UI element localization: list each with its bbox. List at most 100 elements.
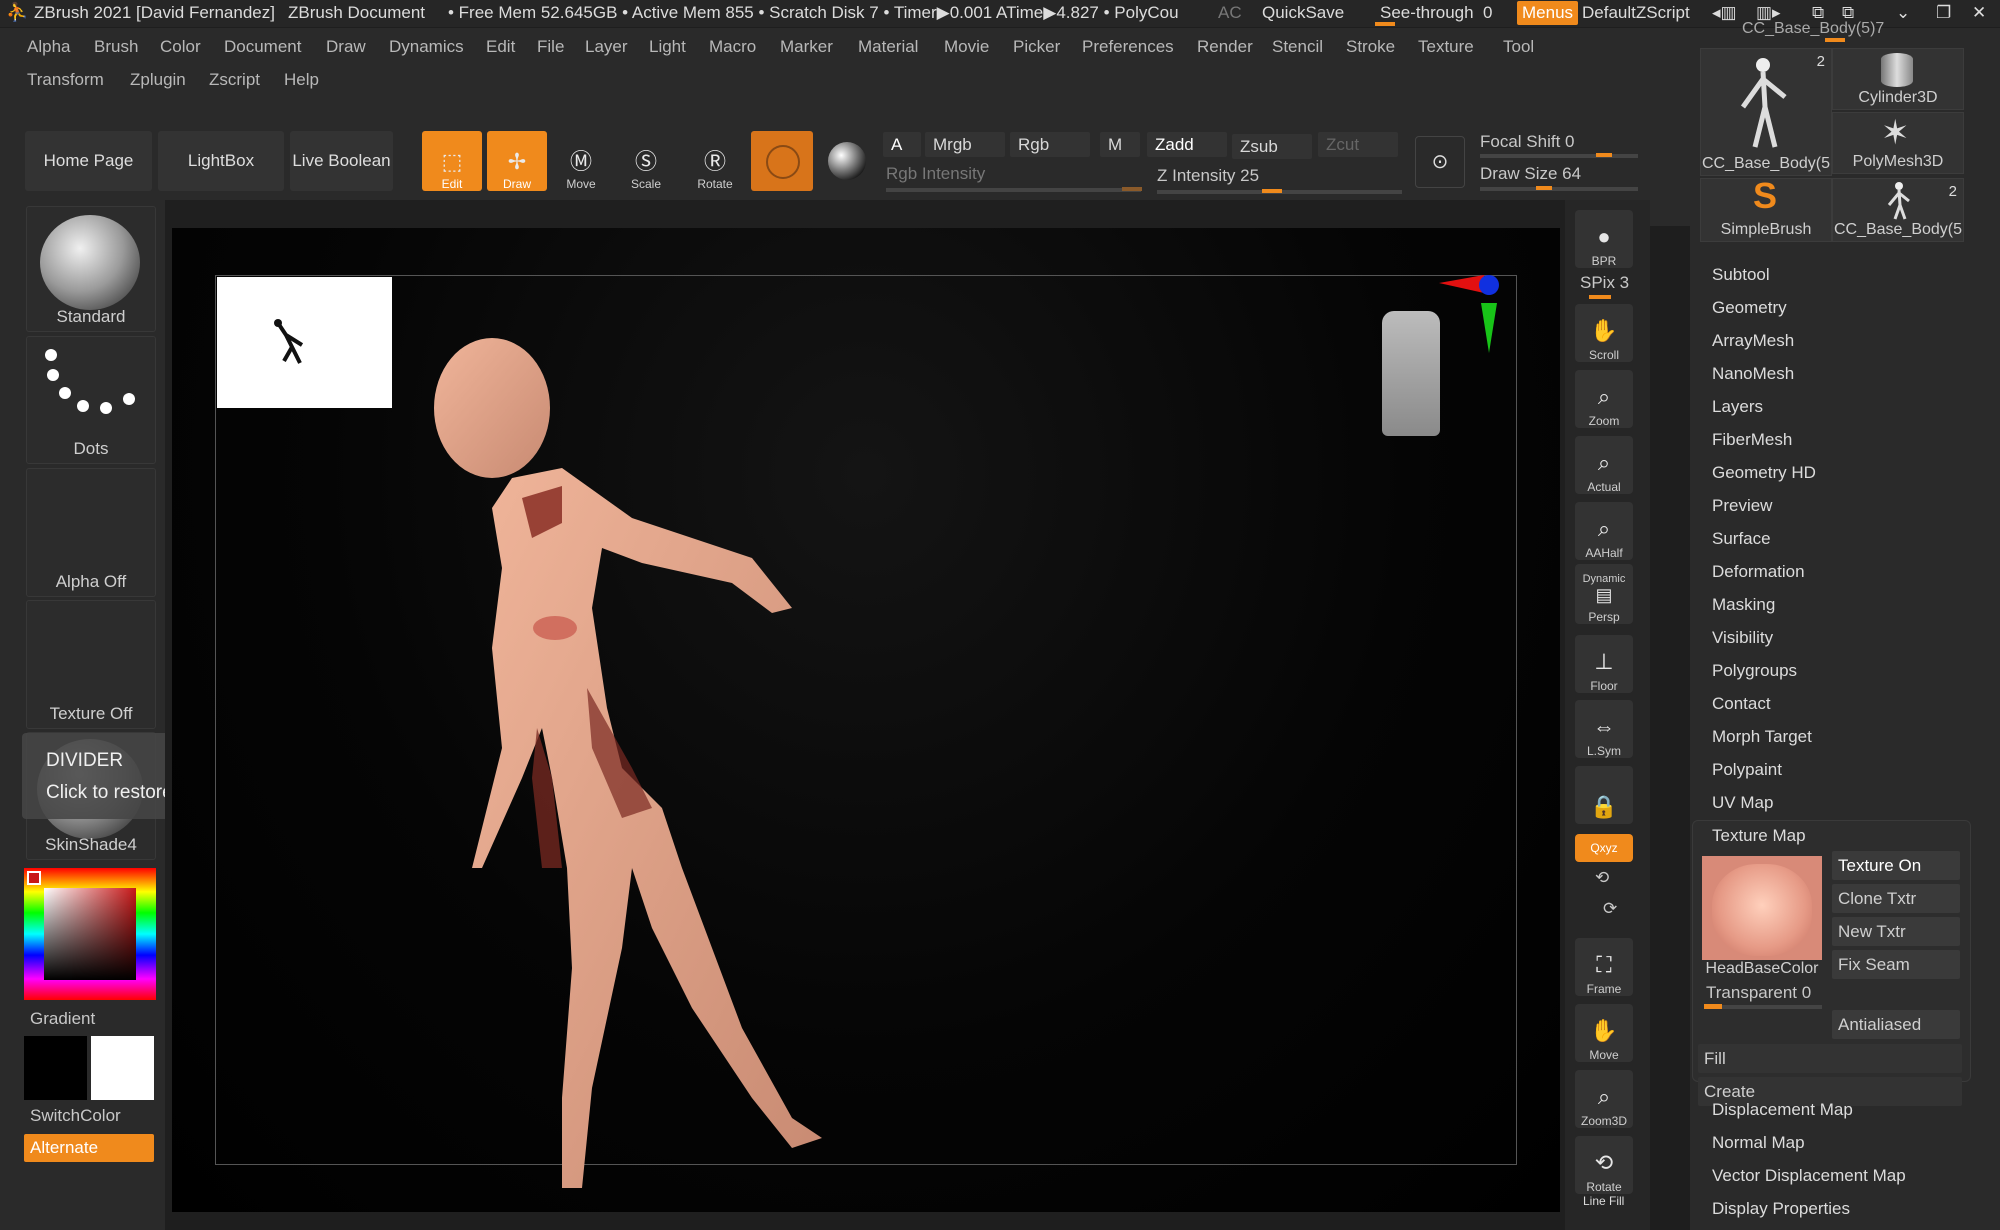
quicksave-button[interactable]: QuickSave xyxy=(1262,3,1344,23)
tool-thumb-cylinder3d[interactable]: Cylinder3D xyxy=(1832,48,1964,110)
floor-button[interactable]: ⊥ Floor xyxy=(1575,635,1633,693)
subpalette-contact[interactable]: Contact xyxy=(1712,694,1771,714)
subpalette-geometry[interactable]: Geometry xyxy=(1712,298,1787,318)
persp-button[interactable]: Dynamic ▤ Persp xyxy=(1575,564,1633,624)
color-picker[interactable] xyxy=(24,868,156,1000)
rgb-intensity-slider[interactable]: Rgb Intensity xyxy=(886,164,985,184)
z-intensity-slider[interactable]: Z Intensity 25 xyxy=(1157,166,1259,186)
texture-thumbnail[interactable]: HeadBaseColor xyxy=(1702,856,1822,978)
color-mode-icon[interactable] xyxy=(826,134,870,184)
lsym-button[interactable]: ⇔ L.Sym xyxy=(1575,700,1633,758)
subpalette-normal-map[interactable]: Normal Map xyxy=(1712,1133,1805,1153)
alternate-button[interactable]: Alternate xyxy=(24,1134,154,1162)
tool-thumb-cc-base-body-2[interactable]: 2 CC_Base_Body(5 xyxy=(1832,178,1964,242)
menu-marker[interactable]: Marker xyxy=(780,37,833,57)
menu-preferences[interactable]: Preferences xyxy=(1082,37,1174,57)
subpalette-visibility[interactable]: Visibility xyxy=(1712,628,1773,648)
menu-zscript[interactable]: Zscript xyxy=(209,70,260,90)
menu-movie[interactable]: Movie xyxy=(944,37,989,57)
subpalette-layers[interactable]: Layers xyxy=(1712,397,1763,417)
menu-file[interactable]: File xyxy=(537,37,564,57)
rotate-mode-button[interactable]: Ⓡ Rotate xyxy=(685,131,745,192)
m-toggle[interactable]: M xyxy=(1100,132,1140,157)
ac-label[interactable]: AC xyxy=(1218,3,1242,23)
subpalette-vector-displacement-map[interactable]: Vector Displacement Map xyxy=(1712,1166,1906,1186)
subpalette-morph-target[interactable]: Morph Target xyxy=(1712,727,1812,747)
menu-stroke[interactable]: Stroke xyxy=(1346,37,1395,57)
subpalette-polygroups[interactable]: Polygroups xyxy=(1712,661,1797,681)
zsub-toggle[interactable]: Zsub xyxy=(1232,134,1312,159)
subpalette-subtool[interactable]: Subtool xyxy=(1712,265,1770,285)
tool-thumb-simplebrush[interactable]: S SimpleBrush xyxy=(1700,175,1832,242)
close-icon[interactable]: ✕ xyxy=(1972,3,1986,23)
tool-thumb-cc-base-body-1[interactable]: 2 CC_Base_Body(5 xyxy=(1700,48,1832,176)
menu-document[interactable]: Document xyxy=(224,37,301,57)
home-page-button[interactable]: Home Page xyxy=(25,131,152,191)
scale-mode-button[interactable]: Ⓢ Scale xyxy=(616,131,676,192)
subpalette-uv-map[interactable]: UV Map xyxy=(1712,793,1773,813)
subpalette-texture-map[interactable]: Texture Map xyxy=(1712,826,1806,846)
xyz-rotation-button[interactable]: Qxyz xyxy=(1575,834,1633,862)
color-square[interactable] xyxy=(44,888,136,980)
material-sphere-button[interactable] xyxy=(751,131,813,191)
stroke-selector[interactable]: Dots xyxy=(26,336,156,464)
clone-txtr-button[interactable]: Clone Txtr xyxy=(1832,884,1960,913)
lazymouse-icon[interactable]: ⊙ xyxy=(1415,136,1465,188)
fix-seam-button[interactable]: Fix Seam xyxy=(1832,950,1960,979)
subpalette-displacement-map[interactable]: Displacement Map xyxy=(1712,1100,1853,1120)
fill-button[interactable]: Fill xyxy=(1698,1044,1962,1073)
lock-button[interactable]: 🔒 xyxy=(1575,766,1633,824)
aahalf-button[interactable]: ⌕ AAHalf xyxy=(1575,502,1633,560)
switchcolor-button[interactable]: SwitchColor xyxy=(30,1106,121,1126)
mrgb-toggle[interactable]: Mrgb xyxy=(925,132,1005,157)
frame-button[interactable]: ⛶ Frame xyxy=(1575,938,1633,996)
menu-picker[interactable]: Picker xyxy=(1013,37,1060,57)
menu-zplugin[interactable]: Zplugin xyxy=(130,70,186,90)
brush-selector[interactable]: Standard xyxy=(26,206,156,332)
move-mode-button[interactable]: Ⓜ Move xyxy=(551,131,611,192)
orientation-head-gizmo[interactable] xyxy=(1382,311,1440,436)
scroll-button[interactable]: ✋ Scroll xyxy=(1575,304,1633,362)
subpalette-fibermesh[interactable]: FiberMesh xyxy=(1712,430,1792,450)
menu-alpha[interactable]: Alpha xyxy=(27,37,70,57)
menu-stencil[interactable]: Stencil xyxy=(1272,37,1323,57)
minimize-icon[interactable]: ⌄ xyxy=(1896,3,1910,23)
menu-macro[interactable]: Macro xyxy=(709,37,756,57)
spix-slider[interactable]: SPix 3 xyxy=(1580,273,1629,293)
menu-edit[interactable]: Edit xyxy=(486,37,515,57)
menu-dynamics[interactable]: Dynamics xyxy=(389,37,464,57)
rotate-view-button[interactable]: ⟲ Rotate xyxy=(1575,1136,1633,1194)
menu-render[interactable]: Render xyxy=(1197,37,1253,57)
move-view-button[interactable]: ✋ Move xyxy=(1575,1004,1633,1062)
a-toggle[interactable]: A xyxy=(883,132,921,157)
draw-mode-button[interactable]: ✢ Draw xyxy=(487,131,547,191)
alpha-selector[interactable]: Alpha Off xyxy=(26,468,156,597)
texture-selector[interactable]: Texture Off xyxy=(26,600,156,729)
menu-brush[interactable]: Brush xyxy=(94,37,138,57)
menu-light[interactable]: Light xyxy=(649,37,686,57)
menu-layer[interactable]: Layer xyxy=(585,37,628,57)
tool-thumb-polymesh3d[interactable]: ✶ PolyMesh3D xyxy=(1832,112,1964,174)
subpalette-display-properties[interactable]: Display Properties xyxy=(1712,1199,1850,1219)
zoom3d-button[interactable]: ⌕ Zoom3D xyxy=(1575,1070,1633,1128)
menus-button[interactable]: Menus xyxy=(1517,1,1579,25)
restore-icon[interactable]: ❐ xyxy=(1936,3,1951,23)
secondary-color-swatch[interactable] xyxy=(91,1036,154,1100)
new-txtr-button[interactable]: New Txtr xyxy=(1832,917,1960,946)
edit-mode-button[interactable]: ⬚ Edit xyxy=(422,131,482,191)
transparent-slider[interactable]: Transparent 0 xyxy=(1706,983,1811,1003)
subpalette-masking[interactable]: Masking xyxy=(1712,595,1775,615)
zoom-button[interactable]: ⌕ Zoom xyxy=(1575,370,1633,428)
subpalette-arraymesh[interactable]: ArrayMesh xyxy=(1712,331,1794,351)
subpalette-geometry-hd[interactable]: Geometry HD xyxy=(1712,463,1816,483)
character-model[interactable] xyxy=(392,308,1292,1208)
z-rotation-icon[interactable]: ⟳ xyxy=(1603,899,1617,919)
subpalette-nanomesh[interactable]: NanoMesh xyxy=(1712,364,1794,384)
rgb-toggle[interactable]: Rgb xyxy=(1010,132,1090,157)
primary-color-swatch[interactable] xyxy=(24,1036,87,1100)
menu-tool[interactable]: Tool xyxy=(1503,37,1534,57)
subpalette-surface[interactable]: Surface xyxy=(1712,529,1771,549)
linefill-button[interactable]: Line Fill xyxy=(1583,1194,1624,1208)
lightbox-button[interactable]: LightBox xyxy=(158,131,284,191)
actual-button[interactable]: ⌕ Actual xyxy=(1575,436,1633,494)
